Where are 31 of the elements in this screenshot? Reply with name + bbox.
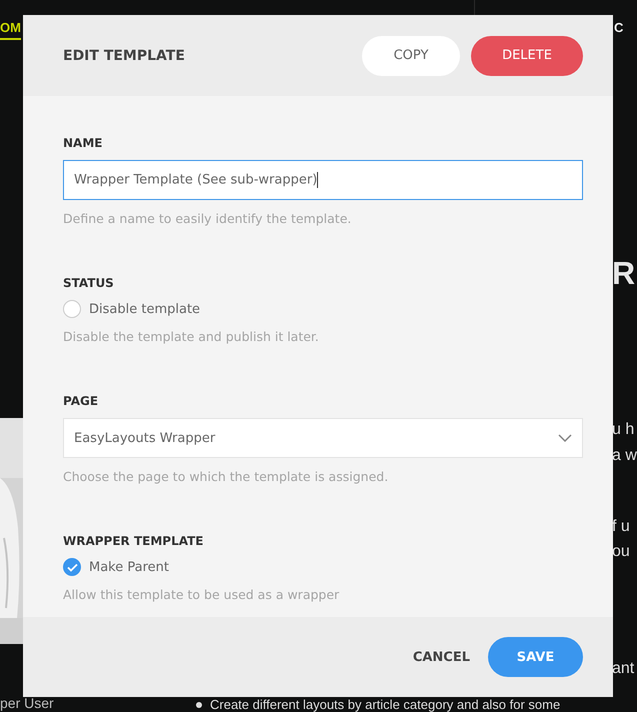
- body-text: ou: [612, 543, 630, 561]
- radio-button[interactable]: [63, 300, 81, 318]
- check-icon: [66, 562, 78, 572]
- delete-button[interactable]: DELETE: [471, 36, 583, 76]
- body-text: a w: [612, 447, 637, 465]
- list-item: Create different layouts by article category and also for some: [209, 697, 560, 712]
- option-label: Make Parent: [89, 560, 169, 574]
- cancel-button[interactable]: CANCEL: [406, 637, 476, 677]
- dialog-title: EDIT TEMPLATE: [63, 48, 186, 64]
- nav-item[interactable]: OM: [0, 20, 21, 40]
- option-label: Disable template: [89, 302, 200, 316]
- body-text: f u: [612, 518, 630, 536]
- body-text: ant: [612, 660, 634, 678]
- name-field[interactable]: Wrapper Template (See sub-wrapper): [63, 160, 583, 200]
- checkbox[interactable]: [63, 558, 81, 576]
- page-select[interactable]: EasyLayouts Wrapper: [63, 418, 583, 458]
- nav-item[interactable]: C: [614, 20, 624, 40]
- save-button[interactable]: SAVE: [488, 637, 583, 677]
- field-label: STATUS: [63, 276, 115, 290]
- copy-button[interactable]: COPY: [362, 36, 460, 76]
- chevron-down-icon: [558, 434, 572, 442]
- field-label: PAGE: [63, 394, 100, 408]
- help-text: Allow this template to be used as a wrapper: [63, 587, 340, 602]
- help-text: Define a name to easily identify the template.: [63, 211, 352, 226]
- heading-text: R: [612, 255, 636, 292]
- body-text: u h: [612, 421, 634, 439]
- field-label: NAME: [63, 136, 104, 150]
- field-label: WRAPPER TEMPLATE: [63, 534, 204, 548]
- help-text: Disable the template and publish it later.: [63, 329, 320, 344]
- help-text: Choose the page to which the template is assigned.: [63, 469, 390, 484]
- caption-text: per User: [0, 696, 54, 711]
